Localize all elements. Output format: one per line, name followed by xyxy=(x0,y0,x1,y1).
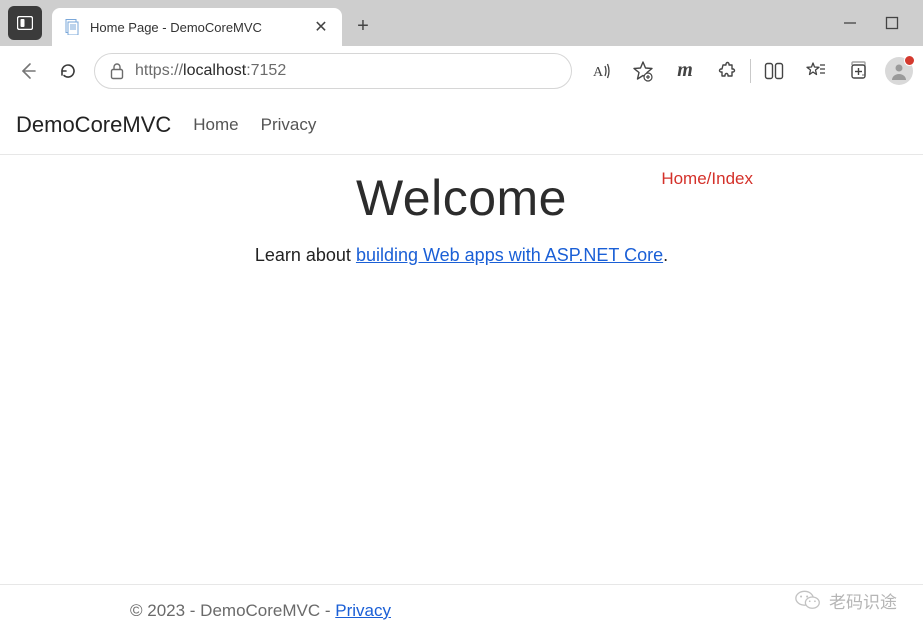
url-input[interactable]: https://localhost:7152 xyxy=(94,53,572,89)
m-brand-button[interactable]: m xyxy=(664,53,706,89)
read-aloud-button[interactable]: A xyxy=(580,53,622,89)
page-footer: © 2023 - DemoCoreMVC - Privacy xyxy=(0,584,923,641)
svg-text:A: A xyxy=(593,65,604,80)
lead-suffix: . xyxy=(663,245,668,265)
footer-copyright: © 2023 - DemoCoreMVC - xyxy=(130,601,335,620)
m-icon: m xyxy=(677,59,693,82)
favorites-list-button[interactable] xyxy=(795,53,837,89)
page-heading: Welcome xyxy=(0,169,923,227)
url-port: :7152 xyxy=(246,62,286,79)
url-scheme: https:// xyxy=(135,62,183,79)
page-content: Home/Index Welcome Learn about building … xyxy=(0,155,923,584)
url-host: localhost xyxy=(183,62,246,79)
nav-link-privacy[interactable]: Privacy xyxy=(261,115,317,135)
window-controls xyxy=(843,0,923,46)
maximize-button[interactable] xyxy=(885,16,899,30)
lock-icon xyxy=(109,62,125,80)
toolbar-divider xyxy=(750,59,751,83)
refresh-button[interactable] xyxy=(50,53,86,89)
back-button[interactable] xyxy=(10,53,46,89)
lead-prefix: Learn about xyxy=(255,245,356,265)
wechat-icon xyxy=(795,587,821,613)
site-navbar: DemoCoreMVC Home Privacy xyxy=(0,95,923,155)
close-tab-button[interactable]: ✕ xyxy=(312,17,330,37)
browser-tab[interactable]: Home Page - DemoCoreMVC ✕ xyxy=(52,8,342,46)
route-annotation: Home/Index xyxy=(661,169,753,189)
address-bar: https://localhost:7152 A m xyxy=(0,46,923,95)
page-viewport: DemoCoreMVC Home Privacy Home/Index Welc… xyxy=(0,95,923,641)
split-screen-button[interactable] xyxy=(753,53,795,89)
brand-link[interactable]: DemoCoreMVC xyxy=(16,112,171,138)
new-tab-button[interactable]: + xyxy=(346,9,380,43)
favorite-button[interactable] xyxy=(622,53,664,89)
watermark: 老码识途 xyxy=(795,587,897,613)
watermark-text: 老码识途 xyxy=(829,588,897,613)
profile-avatar[interactable] xyxy=(885,57,913,85)
tab-actions-button[interactable] xyxy=(8,6,42,40)
url-text: https://localhost:7152 xyxy=(135,62,286,80)
footer-privacy-link[interactable]: Privacy xyxy=(335,601,391,620)
extensions-button[interactable] xyxy=(706,53,748,89)
nav-link-home[interactable]: Home xyxy=(193,115,238,135)
browser-chrome: Home Page - DemoCoreMVC ✕ + https://loca… xyxy=(0,0,923,95)
aspnet-link[interactable]: building Web apps with ASP.NET Core xyxy=(356,245,663,265)
page-favicon xyxy=(64,19,80,35)
tab-title: Home Page - DemoCoreMVC xyxy=(90,20,302,35)
tab-bar: Home Page - DemoCoreMVC ✕ + xyxy=(0,0,923,46)
minimize-button[interactable] xyxy=(843,16,857,30)
collections-button[interactable] xyxy=(837,53,879,89)
page-lead: Learn about building Web apps with ASP.N… xyxy=(0,245,923,266)
